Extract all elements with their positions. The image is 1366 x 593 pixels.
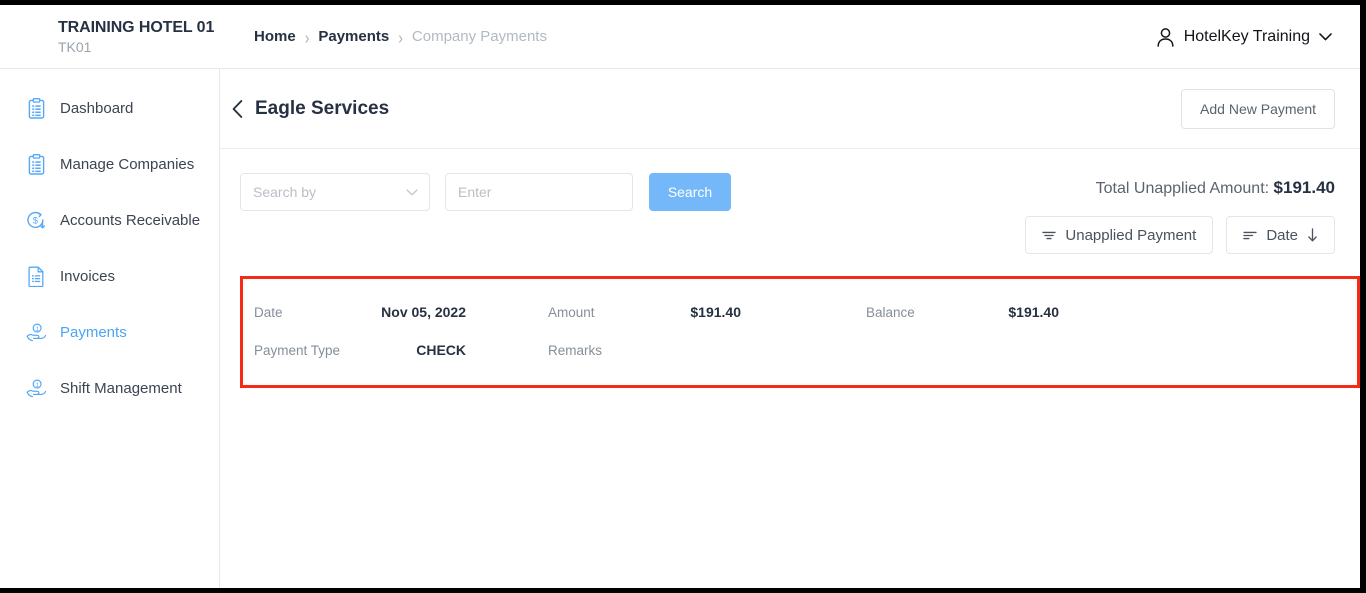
- payment-card[interactable]: Date Nov 05, 2022 Amount $191.40 Balance…: [243, 279, 1357, 385]
- filter-toolbar: Search by Search Total Unapplied Amount:…: [220, 149, 1360, 254]
- payment-remarks-label: Remarks: [548, 343, 602, 358]
- user-menu[interactable]: HotelKey Training: [1156, 27, 1332, 47]
- breadcrumb-item-payments[interactable]: Payments: [318, 28, 389, 45]
- payment-amount-cell: Amount $191.40: [548, 304, 741, 320]
- sidebar-item-invoices[interactable]: Invoices: [0, 259, 219, 293]
- payment-row-secondary: Payment Type CHECK Remarks: [254, 331, 1337, 369]
- sidebar-item-accounts-receivable[interactable]: $ Accounts Receivable: [0, 203, 219, 237]
- dollar-circle-icon: $: [26, 209, 47, 231]
- payment-type-cell: Payment Type CHECK: [254, 342, 466, 358]
- search-by-select[interactable]: Search by: [240, 173, 430, 211]
- hotel-name: TRAINING HOTEL 01: [58, 19, 220, 37]
- breadcrumb-item-home[interactable]: Home: [254, 28, 296, 45]
- user-avatar-icon: [1156, 27, 1175, 47]
- hotel-code: TK01: [58, 39, 220, 55]
- total-unapplied-amount: Total Unapplied Amount: $191.40: [1096, 173, 1335, 198]
- payment-type-label: Payment Type: [254, 343, 340, 358]
- payment-date-label: Date: [254, 305, 283, 320]
- payment-balance-cell: Balance $191.40: [866, 304, 1059, 320]
- date-sort-chip-label: Date: [1266, 227, 1298, 244]
- breadcrumb-separator-icon: ›: [398, 27, 403, 47]
- chevron-down-icon[interactable]: [1319, 33, 1332, 41]
- sidebar-nav: Dashboard Manage Companies: [0, 69, 220, 588]
- sidebar-item-label: Manage Companies: [60, 156, 194, 173]
- sidebar-item-payments[interactable]: 1 Payments: [0, 315, 219, 349]
- payment-remarks-cell: Remarks: [548, 343, 741, 358]
- sidebar-item-label: Dashboard: [60, 100, 133, 117]
- unapplied-payment-filter-chip[interactable]: Unapplied Payment: [1025, 216, 1213, 254]
- search-button[interactable]: Search: [649, 173, 731, 211]
- sidebar-item-shift-management[interactable]: 1 Shift Management: [0, 371, 219, 405]
- user-name-label: HotelKey Training: [1184, 28, 1310, 46]
- clipboard-icon: [26, 97, 47, 119]
- breadcrumb-separator-icon: ›: [305, 27, 310, 47]
- top-header-bar: TRAINING HOTEL 01 TK01 Home › Payments ›…: [0, 5, 1360, 69]
- sidebar-item-label: Accounts Receivable: [60, 212, 200, 229]
- sidebar-item-dashboard[interactable]: Dashboard: [0, 91, 219, 125]
- summary-and-sort: Total Unapplied Amount: $191.40: [1025, 173, 1335, 254]
- filter-icon: [1042, 230, 1056, 241]
- sidebar-item-label: Payments: [60, 324, 127, 341]
- add-new-payment-button[interactable]: Add New Payment: [1181, 89, 1335, 129]
- unapplied-payment-chip-label: Unapplied Payment: [1065, 227, 1196, 244]
- total-unapplied-label: Total Unapplied Amount:: [1096, 180, 1269, 197]
- total-unapplied-value: $191.40: [1274, 178, 1335, 197]
- payment-date-cell: Date Nov 05, 2022: [254, 304, 466, 320]
- main-content: Eagle Services Add New Payment Search by…: [220, 69, 1360, 588]
- chevron-down-icon: [406, 189, 418, 196]
- hand-coin-icon: 1: [26, 321, 47, 343]
- search-by-select-value: Search by: [253, 184, 316, 200]
- payment-row-primary: Date Nov 05, 2022 Amount $191.40 Balance…: [254, 293, 1337, 331]
- sort-icon: [1243, 230, 1257, 241]
- sidebar-item-manage-companies[interactable]: Manage Companies: [0, 147, 219, 181]
- date-sort-chip[interactable]: Date: [1226, 216, 1335, 254]
- sidebar-item-label: Shift Management: [60, 380, 182, 397]
- document-icon: [26, 265, 47, 287]
- breadcrumb-item-company-payments: Company Payments: [412, 28, 547, 45]
- payment-date-value: Nov 05, 2022: [381, 304, 466, 320]
- arrow-down-icon: [1307, 228, 1318, 242]
- breadcrumb: Home › Payments › Company Payments: [254, 28, 547, 45]
- page-title: Eagle Services: [255, 98, 389, 120]
- sort-controls: Unapplied Payment: [1025, 216, 1335, 254]
- payment-amount-value: $191.40: [690, 304, 741, 320]
- sidebar-item-label: Invoices: [60, 268, 115, 285]
- payment-type-value: CHECK: [416, 342, 466, 358]
- clipboard-icon: [26, 153, 47, 175]
- search-input[interactable]: [445, 173, 633, 211]
- payment-amount-label: Amount: [548, 305, 595, 320]
- page-header: Eagle Services Add New Payment: [220, 69, 1360, 149]
- back-chevron-icon[interactable]: [232, 100, 243, 118]
- svg-text:$: $: [33, 216, 38, 226]
- payment-card-highlight: Date Nov 05, 2022 Amount $191.40 Balance…: [240, 276, 1360, 388]
- payment-balance-label: Balance: [866, 305, 915, 320]
- app-window: TRAINING HOTEL 01 TK01 Home › Payments ›…: [0, 0, 1366, 593]
- payment-balance-value: $191.40: [1008, 304, 1059, 320]
- hand-coin-icon: 1: [26, 377, 47, 399]
- hotel-identity: TRAINING HOTEL 01 TK01: [0, 19, 220, 55]
